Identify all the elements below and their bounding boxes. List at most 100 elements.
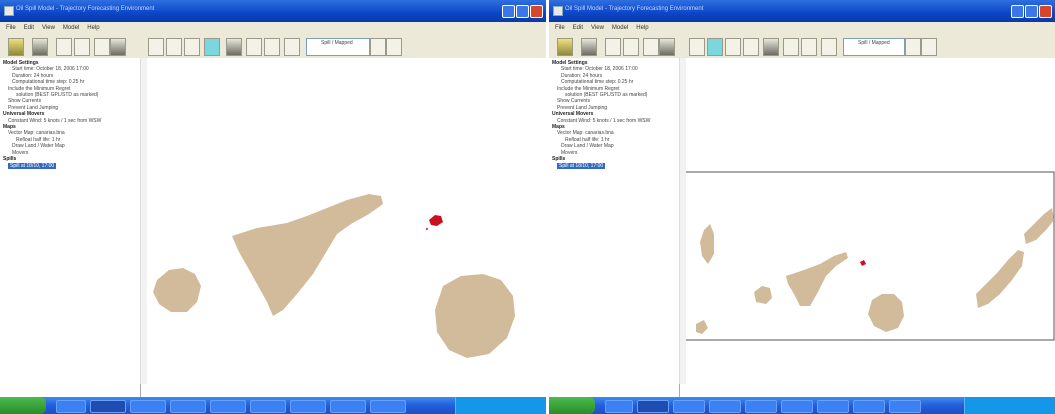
taskbar-item[interactable] bbox=[817, 400, 849, 413]
island-fuerteventura bbox=[976, 250, 1024, 308]
zoom-full-icon[interactable] bbox=[184, 38, 200, 56]
taskbar-item[interactable] bbox=[709, 400, 741, 413]
maximize-button[interactable] bbox=[1025, 5, 1038, 18]
taskbar-item[interactable] bbox=[330, 400, 366, 413]
island-tenerife bbox=[232, 194, 383, 316]
menu-file[interactable]: File bbox=[555, 25, 565, 31]
model-tree-panel: Model Settings Start time: October 18, 2… bbox=[0, 58, 141, 414]
menu-model[interactable]: Model bbox=[612, 25, 628, 31]
menu-model[interactable]: Model bbox=[63, 25, 79, 31]
title-bar: Oil Spill Model - Trajectory Forecasting… bbox=[0, 0, 546, 22]
system-tray bbox=[455, 397, 546, 414]
zoom-in-icon[interactable] bbox=[148, 38, 164, 56]
island-lanzarote bbox=[1024, 208, 1054, 244]
stop-icon[interactable] bbox=[659, 38, 675, 56]
hand-icon[interactable] bbox=[743, 38, 759, 56]
minimize-button[interactable] bbox=[502, 5, 515, 18]
toolbar: Spill / Mapped bbox=[549, 34, 1055, 59]
camera-icon[interactable] bbox=[226, 38, 242, 56]
prev-icon[interactable] bbox=[905, 38, 921, 56]
step-icon[interactable] bbox=[643, 38, 659, 56]
spill-select[interactable]: Spill / Mapped bbox=[843, 38, 905, 56]
spill-item[interactable]: Spill at 18/10, 17:00 bbox=[549, 162, 679, 169]
hand-icon[interactable] bbox=[204, 38, 220, 56]
oil-spill bbox=[429, 215, 443, 226]
taskbar-item[interactable] bbox=[673, 400, 705, 413]
window-title: Oil Spill Model - Trajectory Forecasting… bbox=[16, 6, 155, 12]
taskbar-item[interactable] bbox=[637, 400, 669, 413]
island-map bbox=[153, 194, 515, 358]
run-icon[interactable] bbox=[605, 38, 621, 56]
taskbar-item[interactable] bbox=[290, 400, 326, 413]
island-tenerife bbox=[786, 252, 848, 306]
island-el-hierro bbox=[696, 320, 708, 334]
taskbar-item[interactable] bbox=[210, 400, 246, 413]
pencil-icon[interactable] bbox=[821, 38, 837, 56]
open-icon[interactable] bbox=[557, 38, 573, 56]
taskbar-item[interactable] bbox=[90, 400, 126, 413]
title-bar: Oil Spill Model - Trajectory Forecasting… bbox=[549, 0, 1055, 22]
lasso-icon[interactable] bbox=[801, 38, 817, 56]
menu-view[interactable]: View bbox=[591, 25, 604, 31]
island-gran-canaria bbox=[868, 294, 904, 332]
taskbar-item[interactable] bbox=[605, 400, 633, 413]
menu-edit[interactable]: Edit bbox=[24, 25, 34, 31]
close-button[interactable] bbox=[530, 5, 543, 18]
lasso-icon[interactable] bbox=[264, 38, 280, 56]
pencil-icon[interactable] bbox=[284, 38, 300, 56]
maximize-button[interactable] bbox=[516, 5, 529, 18]
island-gran-canaria bbox=[435, 274, 515, 358]
step-icon[interactable] bbox=[94, 38, 110, 56]
taskbar bbox=[549, 397, 1055, 414]
arrow-icon[interactable] bbox=[246, 38, 262, 56]
menu-view[interactable]: View bbox=[42, 25, 55, 31]
taskbar-item[interactable] bbox=[745, 400, 777, 413]
zoom-out-icon[interactable] bbox=[707, 38, 723, 56]
save-icon[interactable] bbox=[32, 38, 48, 56]
taskbar-item[interactable] bbox=[370, 400, 406, 413]
open-icon[interactable] bbox=[8, 38, 24, 56]
taskbar-item[interactable] bbox=[889, 400, 921, 413]
close-button[interactable] bbox=[1039, 5, 1052, 18]
zoom-out-icon[interactable] bbox=[166, 38, 182, 56]
zoom-full-icon[interactable] bbox=[725, 38, 741, 56]
pause-icon[interactable] bbox=[623, 38, 639, 56]
stop-icon[interactable] bbox=[110, 38, 126, 56]
map-canvas[interactable] bbox=[147, 58, 546, 384]
taskbar-item[interactable] bbox=[130, 400, 166, 413]
minimize-button[interactable] bbox=[1011, 5, 1024, 18]
spill-item[interactable]: Spill at 18/10, 17:00 bbox=[0, 162, 140, 169]
toolbar: Spill / Mapped bbox=[0, 34, 546, 59]
island-map bbox=[684, 171, 1055, 341]
menu-edit[interactable]: Edit bbox=[573, 25, 583, 31]
next-icon[interactable] bbox=[921, 38, 937, 56]
start-button[interactable] bbox=[549, 397, 595, 414]
zoom-in-icon[interactable] bbox=[689, 38, 705, 56]
window-title: Oil Spill Model - Trajectory Forecasting… bbox=[565, 6, 704, 12]
start-button[interactable] bbox=[0, 397, 46, 414]
tree-scrollbar[interactable] bbox=[679, 58, 686, 384]
oil-spill bbox=[860, 260, 866, 266]
map-canvas[interactable] bbox=[684, 58, 1055, 384]
island-gomera bbox=[153, 268, 201, 312]
taskbar-item[interactable] bbox=[170, 400, 206, 413]
prev-icon[interactable] bbox=[370, 38, 386, 56]
camera-icon[interactable] bbox=[763, 38, 779, 56]
run-icon[interactable] bbox=[56, 38, 72, 56]
spill-select[interactable]: Spill / Mapped bbox=[306, 38, 370, 56]
arrow-icon[interactable] bbox=[783, 38, 799, 56]
taskbar-item[interactable] bbox=[250, 400, 286, 413]
tree-scrollbar[interactable] bbox=[140, 58, 147, 384]
menu-help[interactable]: Help bbox=[87, 25, 99, 31]
menu-file[interactable]: File bbox=[6, 25, 16, 31]
taskbar-item[interactable] bbox=[56, 400, 86, 413]
taskbar-item[interactable] bbox=[781, 400, 813, 413]
menu-help[interactable]: Help bbox=[636, 25, 648, 31]
pause-icon[interactable] bbox=[74, 38, 90, 56]
next-icon[interactable] bbox=[386, 38, 402, 56]
taskbar-item[interactable] bbox=[853, 400, 885, 413]
save-icon[interactable] bbox=[581, 38, 597, 56]
menu-bar: File Edit View Model Help bbox=[549, 22, 1055, 34]
model-tree-panel: Model Settings Start time: October 18, 2… bbox=[549, 58, 680, 414]
right-app-window: Oil Spill Model - Trajectory Forecasting… bbox=[549, 0, 1055, 414]
